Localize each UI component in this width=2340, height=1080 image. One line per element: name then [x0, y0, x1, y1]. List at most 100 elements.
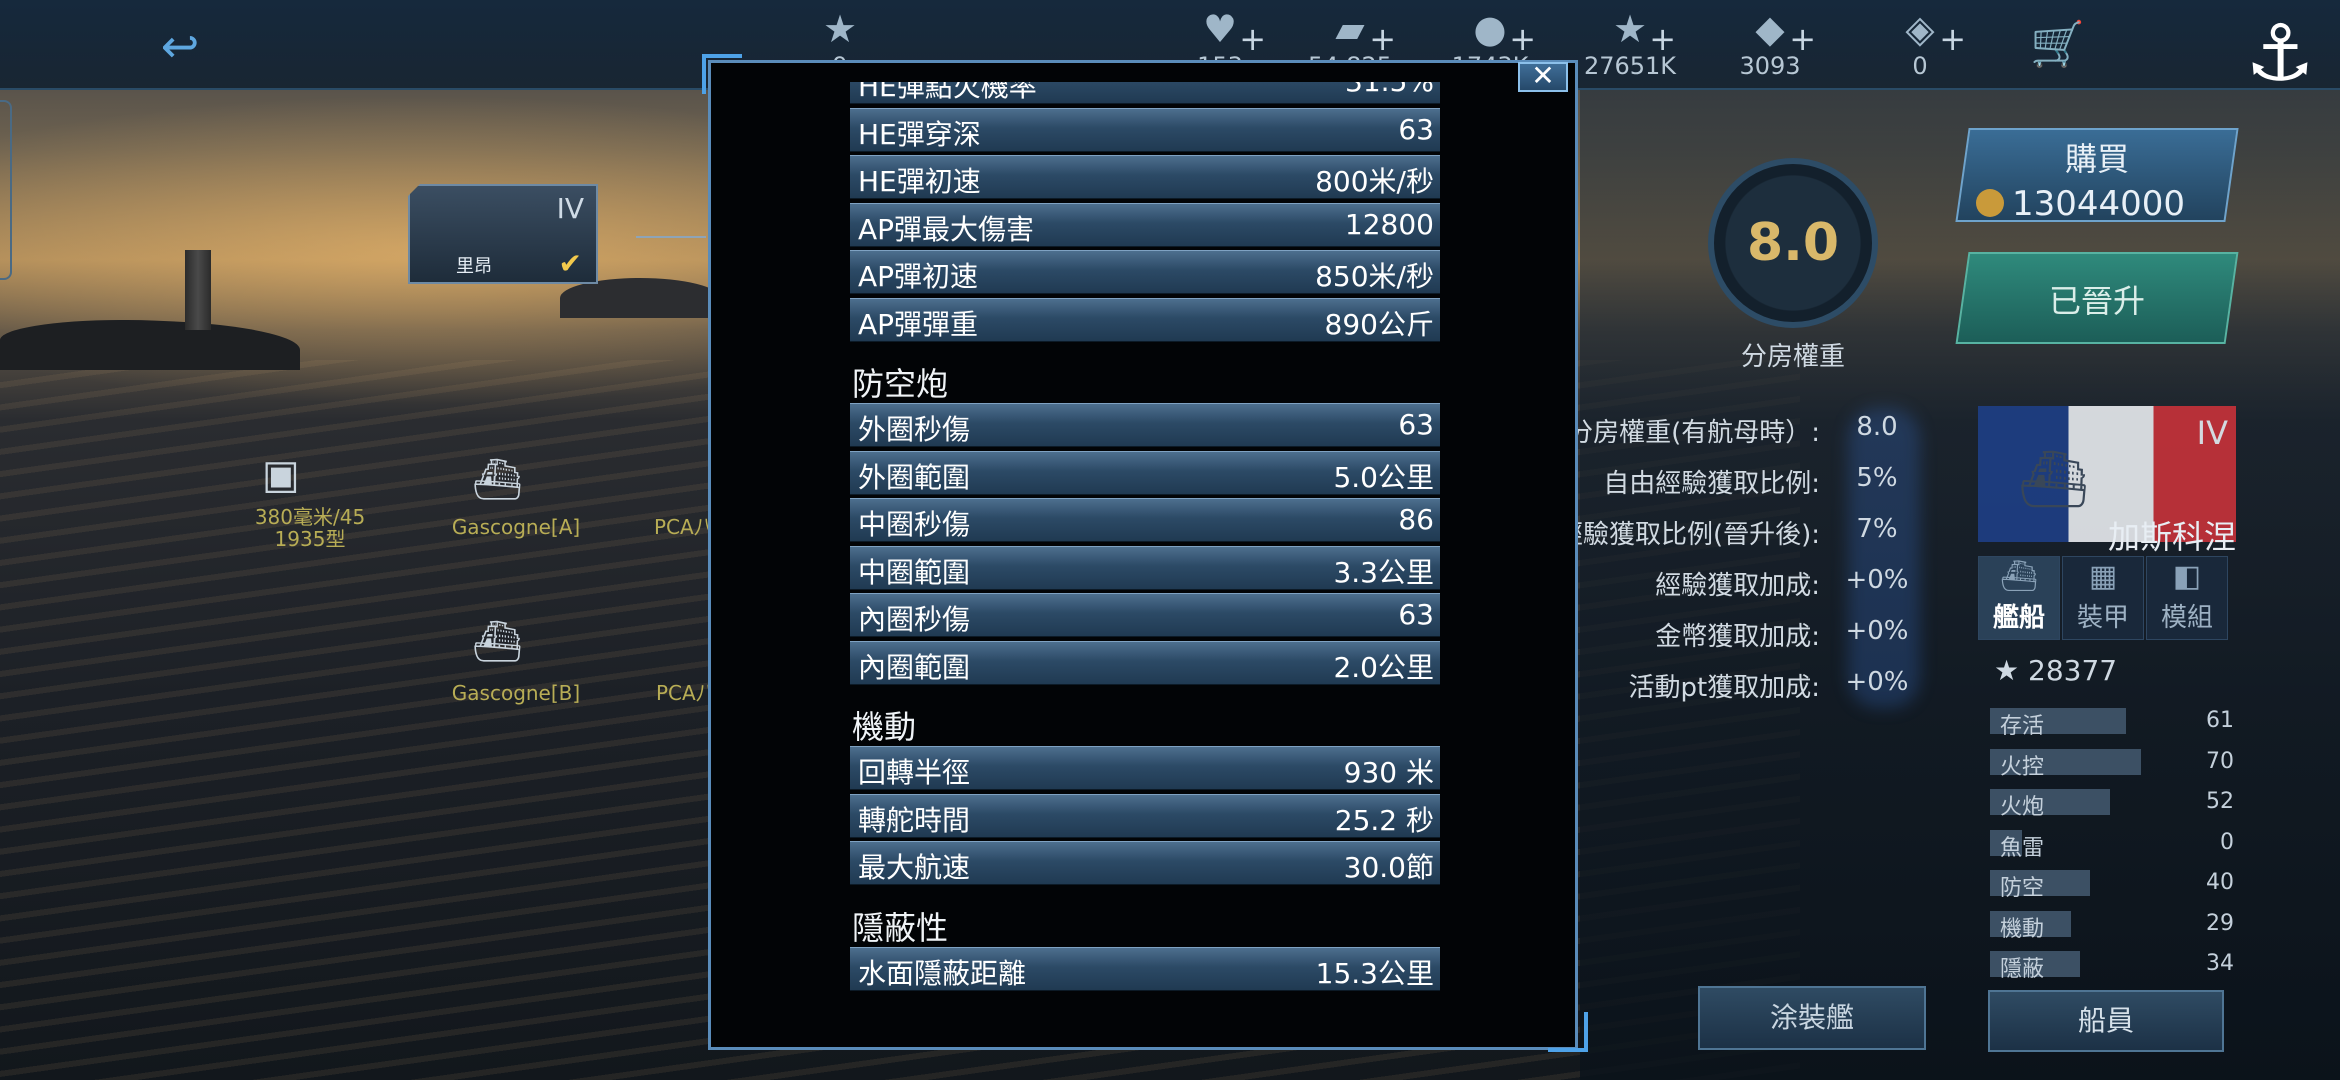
tree-node-label[interactable]: Gascogne[B]	[436, 682, 596, 704]
plus-icon[interactable]: +	[1509, 20, 1536, 58]
stat-value-highlight	[1848, 408, 1920, 708]
plus-icon[interactable]: +	[1369, 20, 1396, 58]
stat-value: 930 米	[1343, 756, 1434, 789]
close-button[interactable]: ✕	[1518, 62, 1568, 92]
ship-silhouette-icon: ⛴	[2018, 447, 2090, 512]
stat-label: HE彈初速	[858, 165, 981, 198]
plus-icon[interactable]: +	[1789, 20, 1816, 58]
stat-label: 水面隱蔽距離	[858, 956, 1027, 990]
armor-icon: ▦	[2088, 559, 2118, 594]
back-arrow-icon: ↩	[160, 19, 200, 73]
attribute-value: 61	[2206, 708, 2234, 733]
stat-row: 內圈秒傷 63	[850, 593, 1440, 637]
tree-connector-line	[636, 236, 706, 238]
info-stat-value: +0%	[1845, 667, 1909, 697]
stat-label: 外圈範圍	[858, 460, 971, 494]
ship-attribute-row: 存活 61	[1990, 706, 2234, 739]
card-icon: ▰	[1335, 7, 1365, 51]
modal-corner-ornament	[702, 54, 742, 94]
attribute-value: 29	[2206, 910, 2234, 936]
stat-label: 內圈秒傷	[858, 603, 971, 636]
tree-node-label[interactable]: 380毫米/45 1935型	[230, 506, 390, 550]
stat-value: 2.0公里	[1333, 650, 1434, 684]
info-stat-value: 8.0	[1856, 412, 1898, 442]
stat-row: HE彈點火機率 31.5%	[850, 82, 1440, 104]
resource-cube[interactable]: ◈ +0	[1850, 4, 1990, 84]
stat-label: HE彈點火機率	[858, 82, 1037, 103]
stat-row: HE彈穿深 63	[850, 107, 1440, 152]
stat-value: 800米/秒	[1315, 165, 1434, 198]
stat-value: 890公斤	[1324, 307, 1434, 341]
ship-attribute-row: 機動 29	[1990, 909, 2234, 942]
close-icon: ✕	[1531, 59, 1555, 92]
stat-label: AP彈最大傷害	[858, 212, 1035, 246]
tab-armor[interactable]: ▦ 裝甲	[2062, 556, 2144, 640]
stat-row: 中圈範圍 3.3公里	[850, 545, 1440, 590]
stats-scroll-area[interactable]: HE彈點火機率 31.5% HE彈穿深 63 HE彈初速 800米/秒 AP彈最大傷害 128…	[850, 82, 1442, 1028]
tab-ship[interactable]: ⛴ 艦船	[1978, 556, 2060, 640]
side-drawer-handle[interactable]	[0, 100, 12, 280]
plus-icon[interactable]: +	[1939, 20, 1966, 58]
info-stat-label: 自由經驗獲取比例:	[1603, 469, 1820, 499]
stat-value: 86	[1398, 503, 1434, 536]
rating-value: 28377	[2028, 654, 2118, 687]
stat-row: 外圈範圍 5.0公里	[850, 450, 1440, 495]
tree-ship-card[interactable]: IV 里昂 ✔	[408, 184, 598, 284]
stat-value: 30.0節	[1343, 851, 1434, 884]
tree-node-label[interactable]: PCA八式二型	[656, 682, 712, 704]
attribute-name: 火炮	[2000, 795, 2045, 820]
resource-value: 3093	[1739, 52, 1801, 80]
gold-coin-icon	[1976, 189, 2004, 217]
modal-corner-ornament	[1548, 1012, 1588, 1052]
diamond-icon: ◆	[1755, 7, 1785, 51]
distant-hill	[560, 278, 720, 318]
stat-value: 12800	[1344, 207, 1434, 241]
attribute-name: 隱蔽	[2000, 957, 2045, 982]
buy-label: 購買	[2064, 140, 2129, 178]
resource-diamond[interactable]: ◆ +3093	[1700, 4, 1840, 84]
crew-button[interactable]: 船員	[1988, 990, 2224, 1052]
section-title: 機動	[852, 708, 917, 746]
info-stat-value: 5%	[1856, 463, 1898, 493]
attribute-value: 34	[2206, 951, 2234, 976]
ship-name: 加斯科涅	[2107, 518, 2236, 556]
stat-label: 回轉半徑	[858, 756, 971, 789]
stat-label: 轉舵時間	[858, 803, 971, 837]
cube-icon: ◈	[1905, 7, 1935, 51]
checkmark-icon: ✔	[558, 247, 582, 280]
ship-attribute-row: 魚雷 0	[1990, 828, 2234, 861]
tree-node-label[interactable]: Gascogne[A]	[436, 516, 596, 538]
plus-icon[interactable]: +	[1239, 20, 1266, 58]
ship-attribute-row: 火炮 52	[1990, 787, 2234, 820]
tab-module[interactable]: ◧ 模組	[2146, 556, 2228, 640]
ship-silhouette-icon: ⛴	[472, 619, 523, 665]
section-title: 隱蔽性	[852, 908, 949, 947]
ship-attribute-row: 隱蔽 34	[1990, 949, 2234, 982]
attribute-value: 70	[2206, 748, 2234, 774]
info-stat-value: +0%	[1845, 616, 1909, 646]
tree-ship-tier: IV	[556, 192, 584, 225]
stat-value: 31.5%	[1345, 82, 1434, 98]
stat-row: 外圈秒傷 63	[850, 403, 1440, 447]
attribute-value: 40	[2206, 870, 2234, 895]
stat-row: HE彈初速 800米/秒	[850, 155, 1440, 199]
attribute-name: 防空	[2000, 876, 2045, 901]
paint-ship-button[interactable]: 涂裝艦	[1698, 986, 1926, 1050]
attribute-name: 機動	[2000, 916, 2045, 942]
back-button[interactable]: ↩	[140, 20, 220, 72]
stat-row: AP彈最大傷害 12800	[850, 202, 1440, 247]
resource-star[interactable]: ★ +27651K	[1560, 4, 1700, 84]
tree-node-label[interactable]: PCA八式一型	[654, 516, 714, 538]
stat-label: 外圈秒傷	[858, 413, 971, 446]
stat-row: 回轉半徑 930 米	[850, 746, 1440, 790]
stat-label: 中圈秒傷	[858, 508, 971, 541]
lighthouse	[185, 250, 211, 330]
shopping-cart-icon[interactable]: 🛒	[2030, 18, 2085, 70]
anchor-logo-icon[interactable]: ⚓	[2230, 4, 2330, 104]
stat-value: 25.2 秒	[1334, 803, 1434, 837]
ship-attribute-row: 防空 40	[1990, 868, 2234, 901]
ship-tier: IV	[2196, 414, 2228, 452]
plus-icon[interactable]: +	[1649, 20, 1676, 58]
stat-row: 內圈範圍 2.0公里	[850, 640, 1440, 685]
stat-value: 63	[1398, 408, 1434, 441]
